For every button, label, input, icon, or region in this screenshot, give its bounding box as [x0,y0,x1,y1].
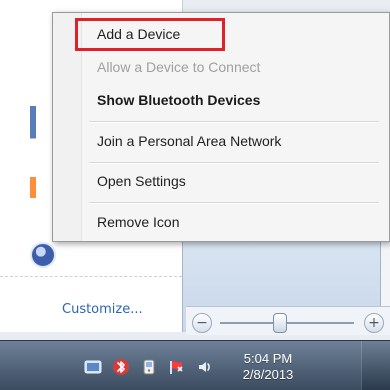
clock-date: 2/8/2013 [242,367,294,382]
background-strip [30,106,36,254]
app-round-icon [30,242,56,268]
zoom-bar: − + [186,306,390,335]
context-menu: Add a Device Allow a Device to Connect S… [52,12,390,242]
dashed-divider [0,276,182,278]
network-icon[interactable] [84,358,102,376]
clock-time: 5:04 PM [243,351,293,366]
volume-icon[interactable] [196,358,214,376]
menu-item-allow-device: Allow a Device to Connect [97,59,261,75]
bluetooth-icon[interactable] [112,358,130,376]
taskbar: 5:04 PM 2/8/2013 [0,340,390,390]
system-tray: 5:04 PM 2/8/2013 [6,347,390,387]
menu-item-add-device[interactable]: Add a Device [97,26,180,42]
zoom-in-button[interactable]: + [364,313,384,333]
menu-separator [89,162,379,163]
menu-item-open-settings[interactable]: Open Settings [97,173,186,189]
menu-item-remove-icon[interactable]: Remove Icon [97,214,179,230]
zoom-thumb[interactable] [273,313,288,333]
menu-separator [89,202,379,203]
tray-clock[interactable]: 5:04 PM 2/8/2013 [230,351,306,383]
customize-link[interactable]: Customize... [62,302,143,317]
menu-gutter [53,13,82,241]
flag-icon[interactable] [168,358,186,376]
show-desktop-button[interactable] [361,341,390,390]
menu-separator [89,121,379,122]
menu-item-show-bluetooth-devices[interactable]: Show Bluetooth Devices [97,92,260,108]
zoom-out-button[interactable]: − [192,313,212,333]
menu-item-join-pan[interactable]: Join a Personal Area Network [97,133,281,149]
device-icon[interactable] [140,358,158,376]
